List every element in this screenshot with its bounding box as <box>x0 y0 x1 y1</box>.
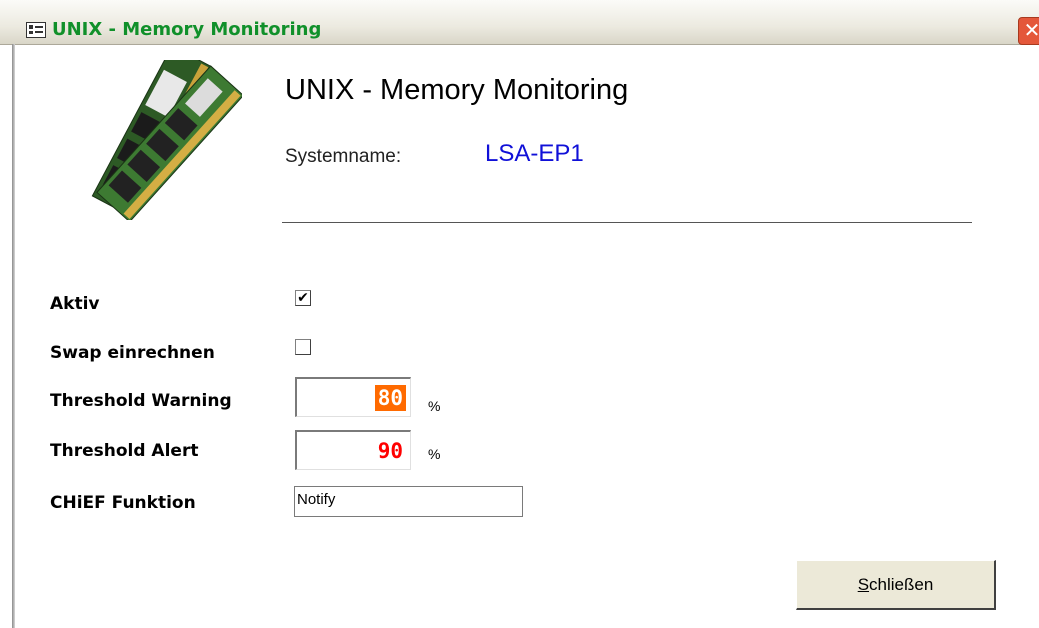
threshold-warning-unit: % <box>428 398 441 414</box>
close-button[interactable]: Schließen <box>796 560 996 610</box>
threshold-warning-label: Threshold Warning <box>50 391 232 411</box>
threshold-warning-input[interactable]: 80 <box>295 377 411 417</box>
form-icon <box>26 22 46 38</box>
threshold-warning-value: 80 <box>374 385 406 411</box>
window-close-icon[interactable]: ✕ <box>1018 17 1039 45</box>
systemname-value: LSA-EP1 <box>485 140 584 167</box>
aktiv-checkbox[interactable]: ✔ <box>295 290 311 306</box>
window-titlebar[interactable]: UNIX - Memory Monitoring ✕ <box>0 0 1039 45</box>
window-frame-left <box>12 44 15 628</box>
threshold-alert-input[interactable]: 90 <box>295 430 411 470</box>
swap-checkbox[interactable] <box>295 339 311 355</box>
header-divider <box>282 222 972 223</box>
window-title: UNIX - Memory Monitoring <box>52 19 322 40</box>
close-button-label: chließen <box>869 575 934 594</box>
chief-funktion-label: CHiEF Funktion <box>50 493 196 513</box>
threshold-alert-unit: % <box>428 446 441 462</box>
close-button-accesskey: S <box>857 575 870 594</box>
systemname-label: Systemname: <box>285 146 402 167</box>
swap-label: Swap einrechnen <box>50 343 215 363</box>
chief-funktion-input[interactable]: Notify <box>294 486 523 517</box>
threshold-alert-label: Threshold Alert <box>50 441 199 461</box>
ram-module-image <box>91 60 242 220</box>
threshold-alert-value: 90 <box>377 439 403 463</box>
aktiv-label: Aktiv <box>50 294 100 314</box>
page-heading: UNIX - Memory Monitoring <box>285 74 629 106</box>
